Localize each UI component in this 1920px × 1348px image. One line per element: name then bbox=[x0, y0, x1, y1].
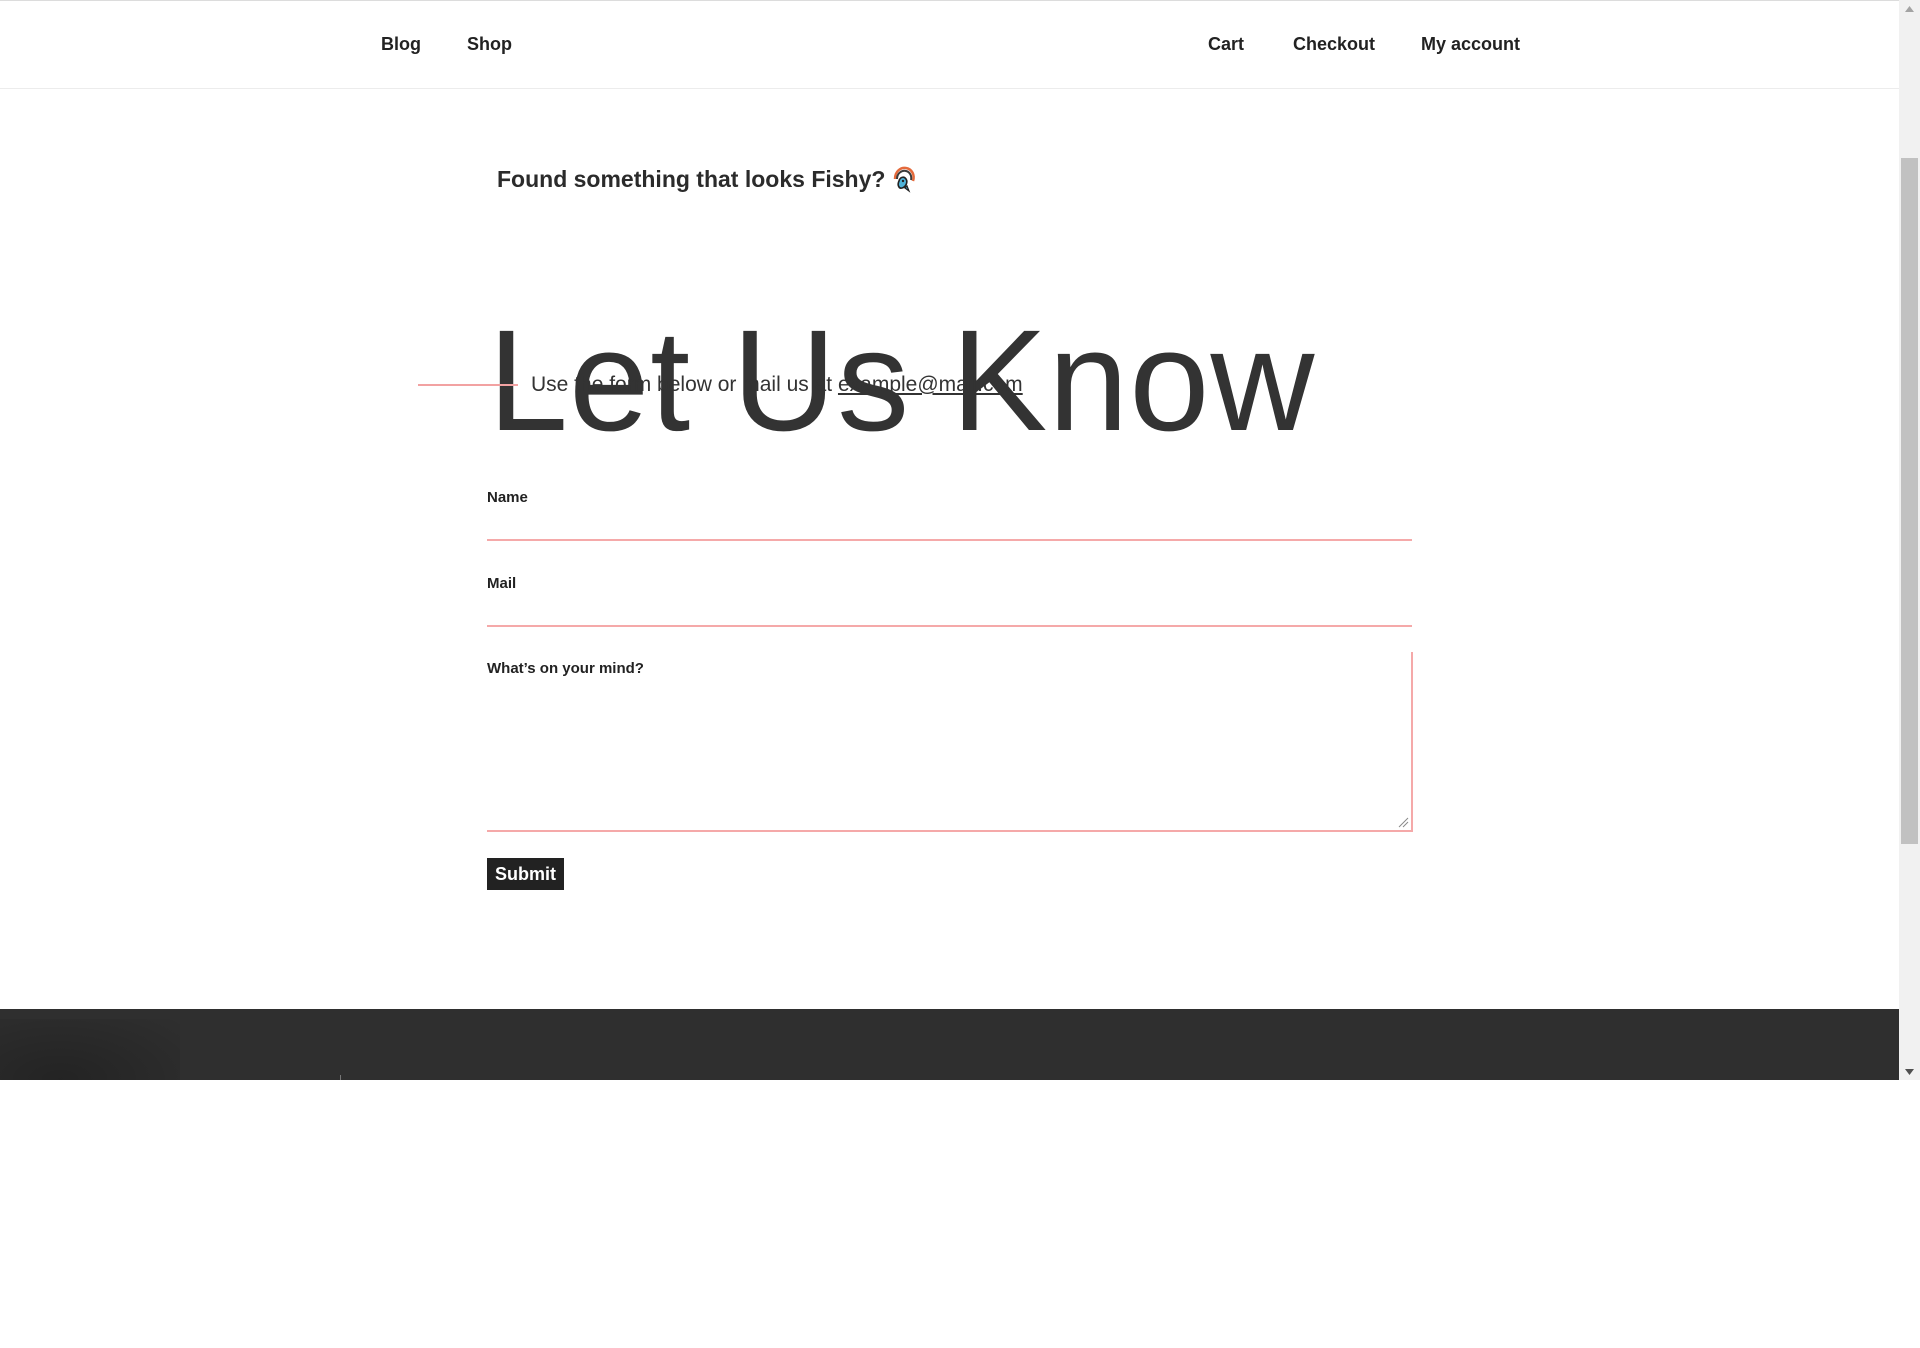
hero-subtitle: Use the form below or mail us at example… bbox=[531, 373, 1023, 397]
page-viewport: Blog Shop Cart Checkout My account Found… bbox=[0, 0, 1920, 1080]
hero-subtitle-text: Use the form below or mail us at bbox=[531, 373, 833, 396]
footer-divider bbox=[340, 1075, 341, 1080]
hero-pretitle-text: Found something that looks Fishy? bbox=[497, 166, 886, 192]
scroll-up-arrow-icon[interactable] bbox=[1899, 0, 1920, 17]
scroll-down-arrow-icon[interactable] bbox=[1899, 1063, 1920, 1080]
email-link[interactable]: example@mail.com bbox=[838, 373, 1023, 396]
mail-field[interactable] bbox=[487, 597, 1412, 627]
name-label: Name bbox=[487, 489, 528, 506]
name-field[interactable] bbox=[487, 511, 1412, 541]
scrollbar-thumb[interactable] bbox=[1901, 158, 1918, 844]
submit-button[interactable]: Submit bbox=[487, 858, 564, 890]
nav-link-blog[interactable]: Blog bbox=[381, 34, 421, 55]
fish-icon bbox=[891, 165, 917, 199]
resize-grip-icon[interactable] bbox=[1397, 816, 1409, 828]
footer-shadow bbox=[0, 1019, 180, 1080]
nav-link-shop[interactable]: Shop bbox=[467, 34, 512, 55]
hero-pretitle: Found something that looks Fishy? bbox=[497, 165, 917, 199]
mail-label: Mail bbox=[487, 575, 517, 592]
nav-link-my-account[interactable]: My account bbox=[1421, 34, 1520, 55]
site-footer bbox=[0, 1009, 1899, 1080]
nav-link-checkout[interactable]: Checkout bbox=[1293, 34, 1375, 55]
nav-link-cart[interactable]: Cart bbox=[1208, 34, 1244, 55]
vertical-scrollbar[interactable] bbox=[1899, 0, 1920, 1080]
site-header: Blog Shop Cart Checkout My account bbox=[0, 1, 1899, 89]
message-textarea[interactable] bbox=[487, 652, 1413, 832]
accent-divider bbox=[418, 384, 518, 386]
